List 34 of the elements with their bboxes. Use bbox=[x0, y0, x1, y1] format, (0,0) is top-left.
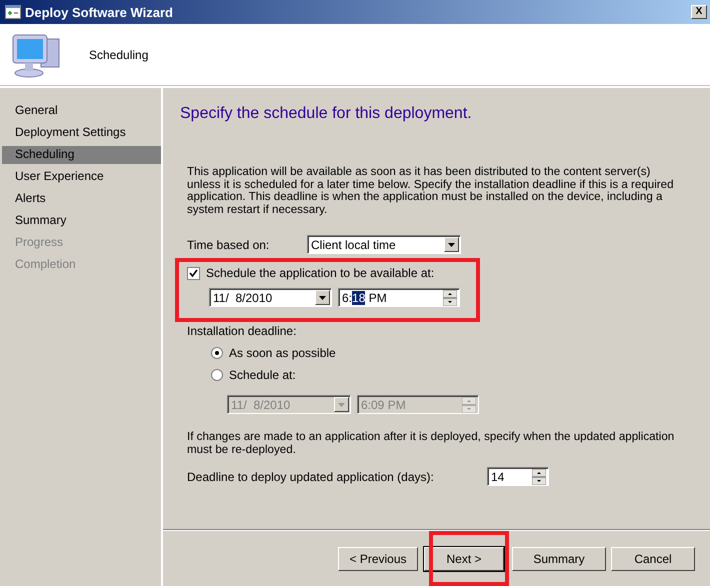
wizard-button[interactable]: Next > bbox=[424, 546, 504, 570]
wizard-button[interactable]: < Previous bbox=[338, 546, 418, 570]
caret-icon bbox=[448, 242, 455, 246]
section-heading: Specify the schedule for this deployment. bbox=[180, 105, 473, 123]
radio-label: Schedule at: bbox=[229, 368, 296, 382]
field-label: Deadline to deploy updated application (days): bbox=[187, 470, 435, 484]
intro-text: This application will be available as soon as it has been distributed to the content server(s) unless it is scheduled for a later time below. Specify the installation deadline if this is a required application. This deadline is when the application must be installed on the device, including a system restart if necessary. bbox=[186, 166, 675, 216]
spinner-icon bbox=[532, 468, 546, 484]
nav-item[interactable]: Scheduling bbox=[2, 146, 161, 164]
spinner-icon bbox=[462, 396, 476, 412]
caret-icon bbox=[338, 402, 345, 406]
nav-item[interactable]: Deployment Settings bbox=[2, 124, 161, 146]
nav-item[interactable]: Alerts bbox=[2, 190, 161, 212]
close-button[interactable]: X bbox=[691, 5, 707, 19]
redeploy-note: If changes are made to an application after it is deployed, specify when the updated application must be re-deployed. bbox=[186, 431, 676, 456]
nav-item[interactable]: User Experience bbox=[2, 168, 161, 190]
time-field[interactable]: 6:18 PM bbox=[338, 288, 460, 307]
page-title: Scheduling bbox=[89, 48, 148, 62]
checkbox[interactable] bbox=[187, 266, 200, 280]
days-spinbox[interactable]: 14 bbox=[487, 467, 549, 486]
spinner-icon bbox=[443, 290, 457, 306]
wizard-button[interactable]: Cancel bbox=[611, 546, 695, 570]
window-title: Deploy Software Wizard bbox=[25, 4, 174, 20]
nav-item[interactable]: Summary bbox=[2, 212, 161, 234]
nav-item[interactable]: General bbox=[2, 102, 161, 124]
field-label: Time based on: bbox=[187, 238, 270, 252]
window-icon bbox=[5, 5, 21, 19]
radio-label: As soon as possible bbox=[229, 346, 336, 360]
section-label: Installation deadline: bbox=[186, 324, 298, 338]
wizard-button[interactable]: Summary bbox=[512, 546, 606, 570]
checkbox-label: Schedule the application to be available at: bbox=[206, 266, 434, 280]
date-picker[interactable]: 11/ 8/2010 bbox=[209, 288, 332, 307]
caret-icon bbox=[319, 296, 326, 300]
time-basis-dropdown[interactable]: Client local time bbox=[307, 235, 461, 254]
